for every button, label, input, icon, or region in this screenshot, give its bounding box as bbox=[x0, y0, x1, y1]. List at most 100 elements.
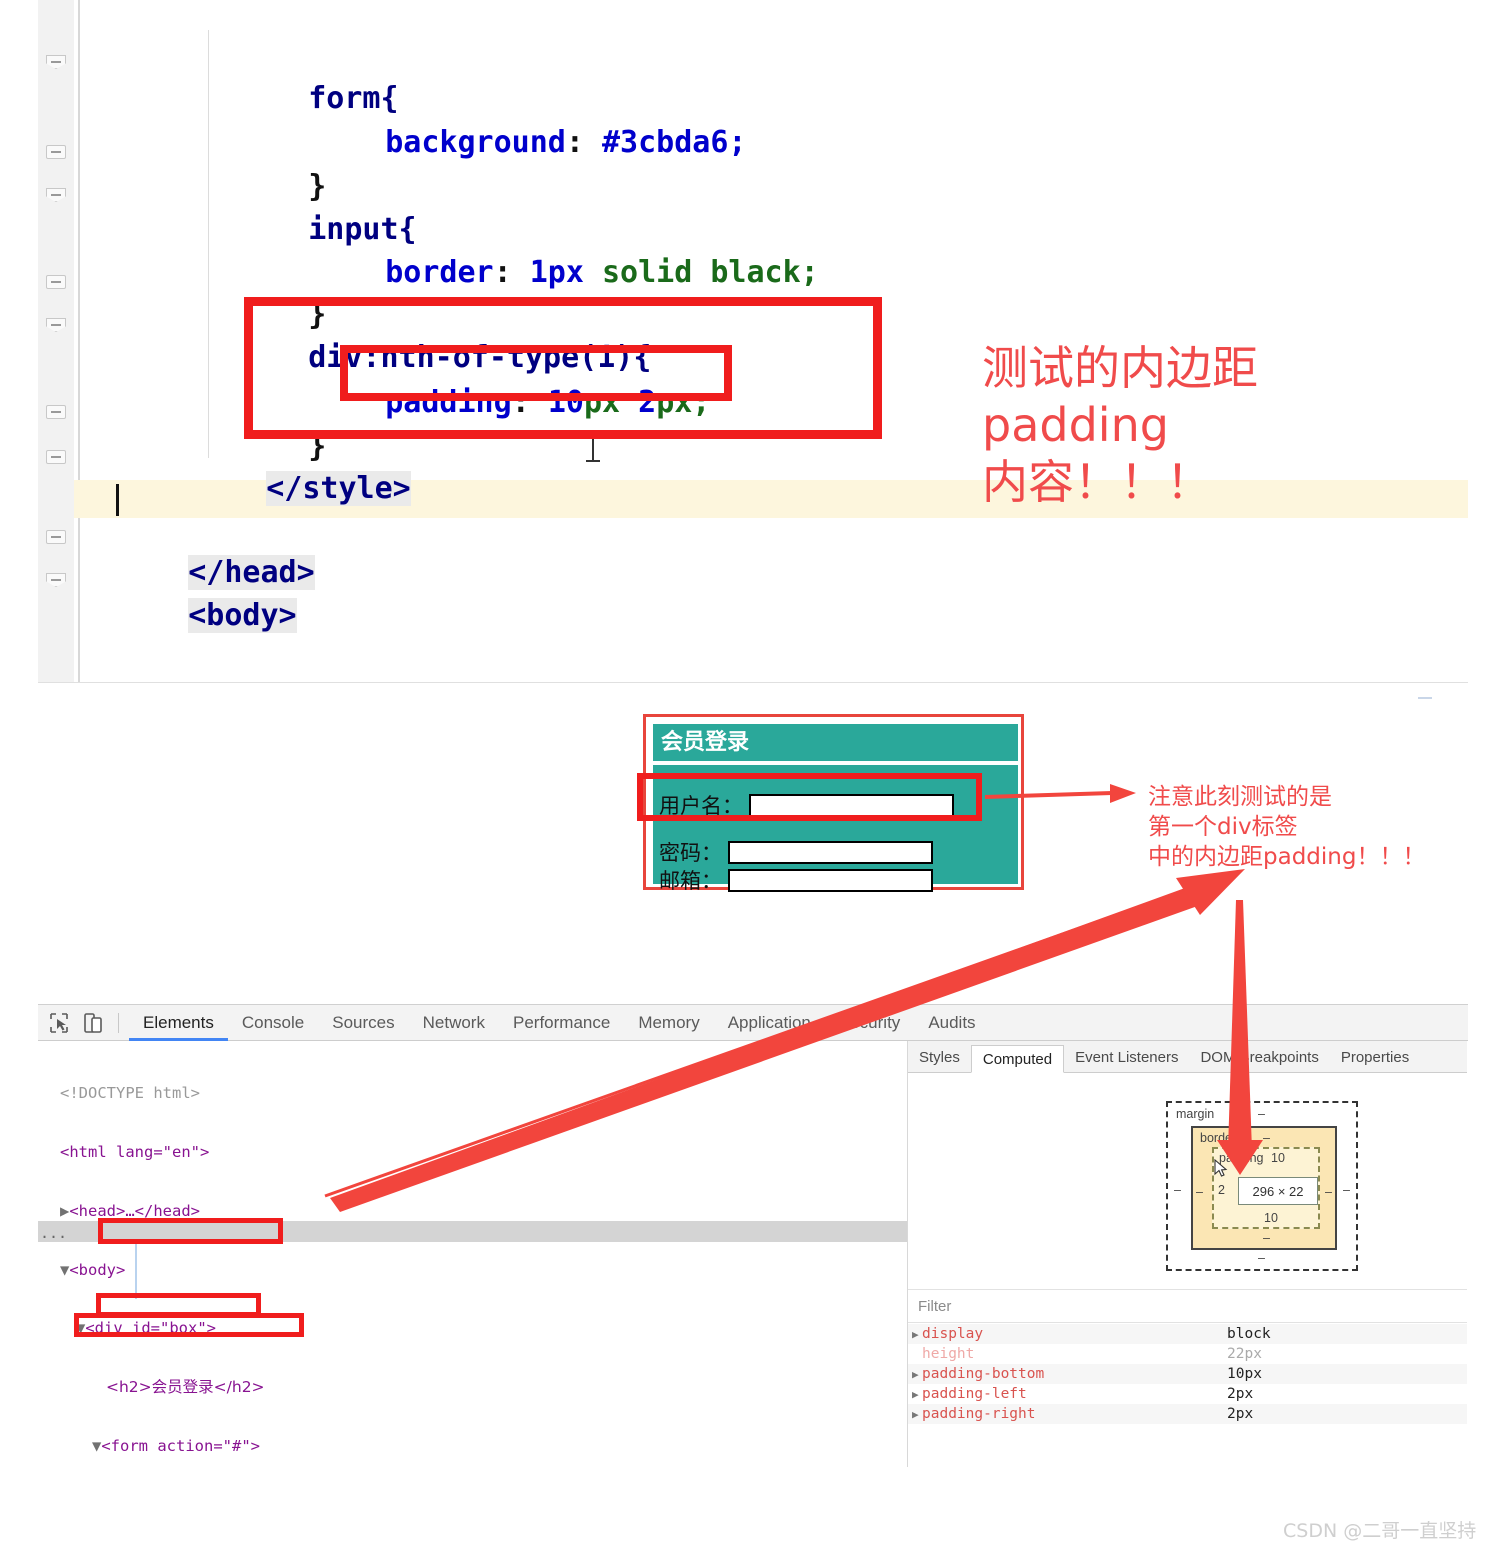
tab-application[interactable]: Application bbox=[714, 1005, 825, 1041]
property-row[interactable]: ▶ display block bbox=[908, 1324, 1467, 1344]
devtools-body: ... <!DOCTYPE html> <html lang="en"> ▶<h… bbox=[38, 1041, 1468, 1467]
tab-dom-breakpoints[interactable]: DOM Breakpoints bbox=[1189, 1044, 1329, 1072]
email-input[interactable] bbox=[728, 868, 933, 892]
code-token: : bbox=[565, 125, 602, 160]
property-name: height bbox=[922, 1346, 975, 1362]
expand-triangle-icon[interactable]: ▶ bbox=[908, 1408, 922, 1421]
property-name: padding-right bbox=[922, 1406, 1036, 1422]
csdn-watermark: CSDN @二哥一直坚持 bbox=[1283, 1520, 1477, 1542]
dom-tree[interactable]: <!DOCTYPE html> <html lang="en"> ▶<head>… bbox=[48, 1045, 312, 1467]
highlight-box-first-div-row bbox=[637, 773, 982, 821]
property-value: 2px bbox=[1227, 1386, 1254, 1402]
code-token: <body> bbox=[188, 598, 297, 633]
tab-properties[interactable]: Properties bbox=[1330, 1044, 1420, 1072]
tab-console[interactable]: Console bbox=[228, 1005, 318, 1041]
dom-line-body-open: ▼<body> bbox=[60, 1260, 126, 1279]
annotation-padding-note: 测试的内边距 padding 内容！！！ bbox=[982, 341, 1258, 509]
box-model-margin-top[interactable]: – bbox=[1258, 1107, 1265, 1121]
devtools-panel: Elements Console Sources Network Perform… bbox=[38, 1004, 1468, 1467]
tab-security[interactable]: Security bbox=[825, 1005, 914, 1041]
property-name: padding-left bbox=[922, 1386, 1027, 1402]
expand-triangle-icon[interactable]: ▶ bbox=[908, 1328, 922, 1341]
box-model-border[interactable]: border – – – – padding 10 2 2 10 296 × 2… bbox=[1191, 1126, 1337, 1250]
table-row[interactable]: height 22px bbox=[908, 1344, 1467, 1364]
email-label: 邮箱： bbox=[659, 869, 722, 893]
fold-marker[interactable] bbox=[46, 450, 66, 464]
property-row[interactable]: ▶ padding-left 2px bbox=[908, 1384, 1467, 1404]
code-line-body-open: <body> bbox=[116, 565, 297, 667]
annotation-first-div-note: 注意此刻测试的是 第一个div标签 中的内边距padding！！！ bbox=[1148, 784, 1426, 870]
indent-guide bbox=[208, 30, 209, 458]
fold-marker[interactable] bbox=[46, 275, 66, 289]
box-model-margin-label: margin bbox=[1176, 1107, 1215, 1121]
box-model-border-right[interactable]: – bbox=[1325, 1185, 1332, 1199]
box-model-padding-bottom[interactable]: 10 bbox=[1264, 1211, 1278, 1225]
dom-tree-pane[interactable]: ... <!DOCTYPE html> <html lang="en"> ▶<h… bbox=[38, 1041, 908, 1467]
toolbar-divider bbox=[118, 1012, 119, 1033]
box-model-margin[interactable]: margin – – – – border – – – – padding 10 bbox=[1166, 1101, 1358, 1271]
box-model-padding-top[interactable]: 10 bbox=[1271, 1151, 1285, 1165]
highlight-box-selected-div bbox=[98, 1218, 283, 1244]
property-value: 22px bbox=[1227, 1346, 1262, 1362]
code-token: background bbox=[385, 125, 566, 160]
box-model-content-size[interactable]: 296 × 22 bbox=[1238, 1177, 1318, 1205]
code-token: </style> bbox=[266, 471, 411, 506]
dom-line-doctype: <!DOCTYPE html> bbox=[60, 1084, 200, 1103]
form-row-email: 邮箱： bbox=[653, 865, 933, 895]
tab-event-listeners[interactable]: Event Listeners bbox=[1064, 1044, 1189, 1072]
cursor-select-icon[interactable] bbox=[46, 1010, 72, 1036]
property-row[interactable]: ▶ padding-bottom 10px bbox=[908, 1364, 1467, 1384]
tab-styles[interactable]: Styles bbox=[908, 1044, 971, 1072]
box-model-diagram[interactable]: margin – – – – border – – – – padding 10 bbox=[1166, 1101, 1358, 1271]
box-model-margin-right[interactable]: – bbox=[1343, 1183, 1350, 1197]
tab-memory[interactable]: Memory bbox=[624, 1005, 713, 1041]
highlight-box-padding-decl bbox=[340, 345, 732, 401]
property-value: 2px bbox=[1227, 1406, 1254, 1422]
code-token: solid black; bbox=[583, 255, 819, 290]
device-toolbar-icon[interactable] bbox=[80, 1010, 106, 1036]
styles-pane: Styles Computed Event Listeners DOM Brea… bbox=[908, 1041, 1467, 1467]
editor-scroll-tick bbox=[1418, 697, 1432, 699]
editor-bottom-divider bbox=[38, 682, 1468, 683]
password-input[interactable] bbox=[728, 840, 933, 864]
form-row-password: 密码： bbox=[653, 837, 933, 867]
property-name: padding-bottom bbox=[922, 1366, 1045, 1382]
tab-sources[interactable]: Sources bbox=[318, 1005, 408, 1041]
dom-line-form: ▼<form action="#"> bbox=[92, 1436, 260, 1455]
tab-computed[interactable]: Computed bbox=[970, 1045, 1065, 1073]
fold-marker[interactable] bbox=[46, 145, 66, 159]
filter-placeholder: Filter bbox=[918, 1298, 952, 1315]
box-model-margin-bottom[interactable]: – bbox=[1258, 1251, 1265, 1265]
fold-marker[interactable] bbox=[46, 405, 66, 419]
box-model-padding-left[interactable]: 2 bbox=[1218, 1183, 1225, 1197]
tab-audits[interactable]: Audits bbox=[914, 1005, 989, 1041]
styles-pane-tabs: Styles Computed Event Listeners DOM Brea… bbox=[908, 1041, 1467, 1073]
code-token: border bbox=[385, 255, 494, 290]
property-row[interactable]: ▶ padding-right 2px bbox=[908, 1404, 1467, 1424]
tab-elements[interactable]: Elements bbox=[129, 1005, 228, 1041]
box-model-border-label: border bbox=[1200, 1131, 1237, 1145]
computed-properties-list: ▶ display block height 22px ▶ padding-bo… bbox=[908, 1324, 1467, 1424]
gutter-divider bbox=[78, 0, 80, 682]
highlight-box-div-3 bbox=[74, 1313, 304, 1337]
expand-triangle-icon[interactable]: ▶ bbox=[908, 1368, 922, 1381]
box-model-border-left[interactable]: – bbox=[1196, 1185, 1203, 1199]
expand-triangle-icon[interactable]: ▶ bbox=[908, 1388, 922, 1401]
devtools-toolbar: Elements Console Sources Network Perform… bbox=[38, 1005, 1468, 1041]
code-token: : bbox=[493, 255, 530, 290]
property-name: display bbox=[922, 1326, 984, 1342]
property-value: 10px bbox=[1227, 1366, 1262, 1382]
dom-line-h2: <h2>会员登录</h2> bbox=[106, 1378, 265, 1397]
fold-marker[interactable] bbox=[46, 530, 66, 544]
box-model-border-top[interactable]: – bbox=[1263, 1131, 1270, 1145]
box-model-margin-left[interactable]: – bbox=[1174, 1183, 1181, 1197]
tab-performance[interactable]: Performance bbox=[499, 1005, 624, 1041]
computed-filter-input[interactable]: Filter bbox=[908, 1289, 1467, 1323]
code-token: 1px bbox=[529, 255, 584, 290]
code-token: #3cbda6; bbox=[602, 125, 747, 160]
password-label: 密码： bbox=[659, 841, 722, 865]
box-model-border-bottom[interactable]: – bbox=[1263, 1231, 1270, 1245]
dom-line-html: <html lang="en"> bbox=[60, 1142, 210, 1161]
form-heading: 会员登录 bbox=[653, 724, 1018, 761]
tab-network[interactable]: Network bbox=[409, 1005, 499, 1041]
